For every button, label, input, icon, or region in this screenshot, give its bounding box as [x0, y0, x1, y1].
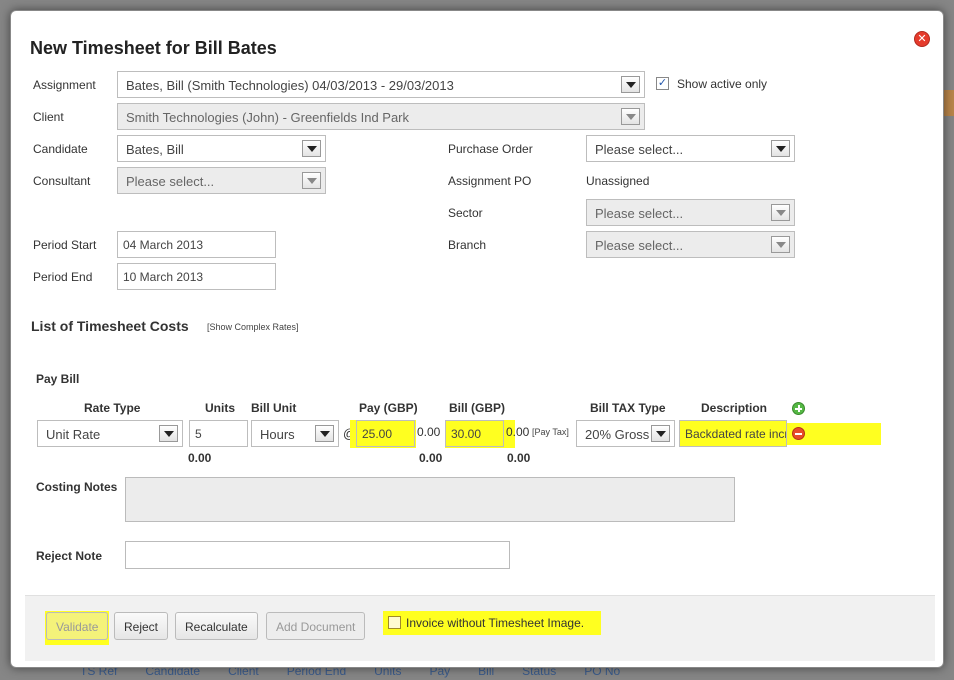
reject-note-label: Reject Note	[36, 549, 103, 563]
consultant-select[interactable]: Please select...	[117, 167, 326, 194]
costing-notes-textarea[interactable]	[125, 477, 735, 522]
candidate-select[interactable]: Bates, Bill	[117, 135, 326, 162]
consultant-label: Consultant	[33, 174, 91, 188]
units-header: Units	[205, 401, 235, 415]
pay-total: 0.00	[419, 451, 443, 465]
add-cost-icon[interactable]	[792, 402, 805, 415]
chevron-down-icon	[651, 425, 670, 442]
reject-button[interactable]: Reject	[114, 612, 169, 640]
remove-cost-icon[interactable]	[792, 427, 805, 440]
reject-note-input[interactable]	[125, 541, 510, 569]
dialog-title: New Timesheet for Bill Bates	[30, 38, 277, 58]
description-header: Description	[701, 401, 768, 415]
invoice-without-image-label: Invoice without Timesheet Image.	[406, 616, 585, 630]
pay-tax-link[interactable]: [Pay Tax]	[532, 427, 569, 437]
invoice-without-image-checkbox[interactable]	[388, 616, 401, 629]
candidate-value: Bates, Bill	[126, 142, 184, 157]
chevron-down-icon	[302, 172, 321, 189]
new-timesheet-dialog: New Timesheet for Bill Bates ✕ Assignmen…	[10, 10, 944, 668]
rate-type-select[interactable]: Unit Rate	[37, 420, 183, 447]
pay-input[interactable]: 25.00	[356, 420, 415, 447]
show-active-checkbox[interactable]: ✓	[656, 77, 669, 90]
client-label: Client	[33, 110, 64, 124]
period-end-label: Period End	[33, 270, 93, 284]
branch-value: Please select...	[595, 238, 684, 253]
purchase-order-value: Please select...	[595, 142, 684, 157]
show-complex-rates-link[interactable]: [Show Complex Rates]	[207, 322, 299, 332]
pay-header: Pay (GBP)	[359, 401, 418, 415]
rate-type-value: Unit Rate	[46, 427, 101, 442]
description-input[interactable]: Backdated rate increase	[679, 420, 787, 447]
period-end-input[interactable]: 10 March 2013	[117, 263, 276, 290]
candidate-label: Candidate	[33, 142, 88, 156]
rate-type-header: Rate Type	[84, 401, 141, 415]
period-start-label: Period Start	[33, 238, 97, 252]
bill-unit-value: Hours	[260, 427, 295, 442]
purchase-order-select[interactable]: Please select...	[586, 135, 795, 162]
show-active-label: Show active only	[677, 77, 768, 91]
assignment-po-value: Unassigned	[586, 174, 650, 188]
costs-section-title: List of Timesheet Costs	[31, 318, 189, 334]
client-value: Smith Technologies (John) - Greenfields …	[126, 110, 410, 125]
units-total: 0.00	[188, 451, 212, 465]
chevron-down-icon	[771, 204, 790, 221]
pay-extra-value: 0.00	[417, 425, 441, 439]
recalculate-button[interactable]: Recalculate	[175, 612, 258, 640]
sector-label: Sector	[448, 206, 483, 220]
bill-tax-type-value: 20% Gross	[585, 427, 650, 442]
assignment-select[interactable]: Bates, Bill (Smith Technologies) 04/03/2…	[117, 71, 645, 98]
bill-unit-select[interactable]: Hours	[251, 420, 339, 447]
sector-value: Please select...	[595, 206, 684, 221]
pay-bill-label: Pay Bill	[36, 372, 80, 386]
chevron-down-icon	[771, 236, 790, 253]
branch-select[interactable]: Please select...	[586, 231, 795, 258]
client-select[interactable]: Smith Technologies (John) - Greenfields …	[117, 103, 645, 130]
bill-total: 0.00	[507, 451, 531, 465]
bill-input[interactable]: 30.00	[445, 420, 504, 447]
bill-tax-type-header: Bill TAX Type	[590, 401, 666, 415]
costing-notes-label: Costing Notes	[36, 480, 118, 494]
assignment-po-label: Assignment PO	[448, 174, 532, 188]
chevron-down-icon	[621, 108, 640, 125]
chevron-down-icon	[315, 425, 334, 442]
chevron-down-icon	[771, 140, 790, 157]
consultant-value: Please select...	[126, 174, 215, 189]
close-icon[interactable]: ✕	[914, 31, 930, 47]
bill-tax-type-select[interactable]: 20% Gross	[576, 420, 675, 447]
branch-label: Branch	[448, 238, 487, 252]
validate-button[interactable]: Validate	[46, 612, 109, 640]
bill-extra-value: 0.00	[506, 425, 530, 439]
sector-select[interactable]: Please select...	[586, 199, 795, 226]
units-input[interactable]: 5	[189, 420, 248, 447]
chevron-down-icon	[621, 76, 640, 93]
assignment-label: Assignment	[33, 78, 96, 92]
chevron-down-icon	[302, 140, 321, 157]
bill-header: Bill (GBP)	[449, 401, 505, 415]
period-start-input[interactable]: 04 March 2013	[117, 231, 276, 258]
assignment-value: Bates, Bill (Smith Technologies) 04/03/2…	[126, 78, 454, 93]
chevron-down-icon	[159, 425, 178, 442]
bill-unit-header: Bill Unit	[251, 401, 297, 415]
add-document-button[interactable]: Add Document	[266, 612, 366, 640]
purchase-order-label: Purchase Order	[448, 142, 533, 156]
